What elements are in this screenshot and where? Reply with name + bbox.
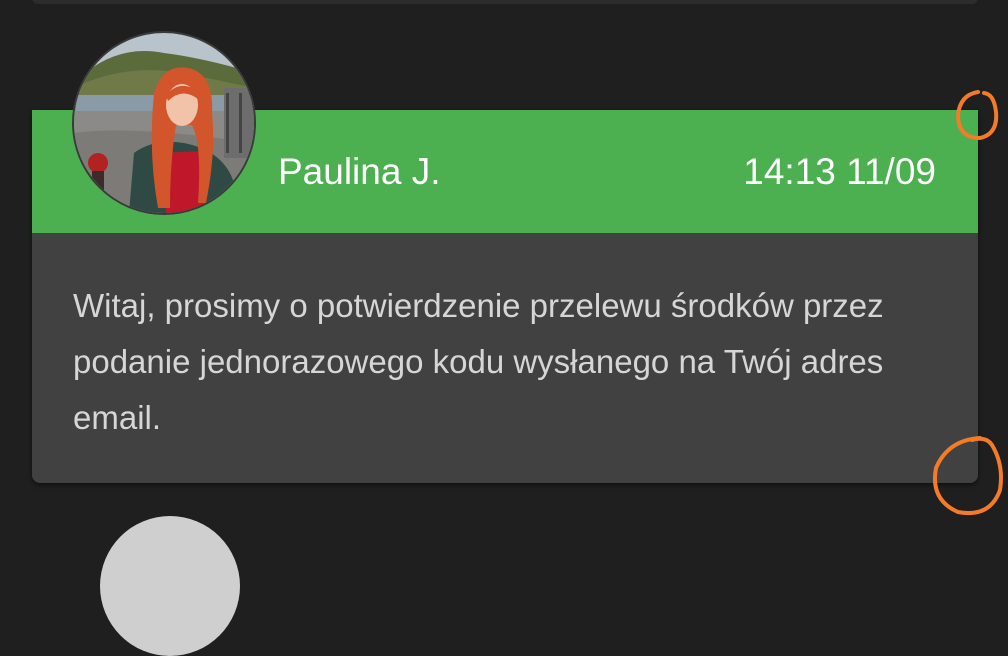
annotation-circle-top-icon [955, 90, 999, 141]
annotation-circle-bottom-icon [933, 436, 1003, 515]
annotation-overlay [933, 90, 1003, 515]
next-message-avatar[interactable] [100, 516, 240, 656]
